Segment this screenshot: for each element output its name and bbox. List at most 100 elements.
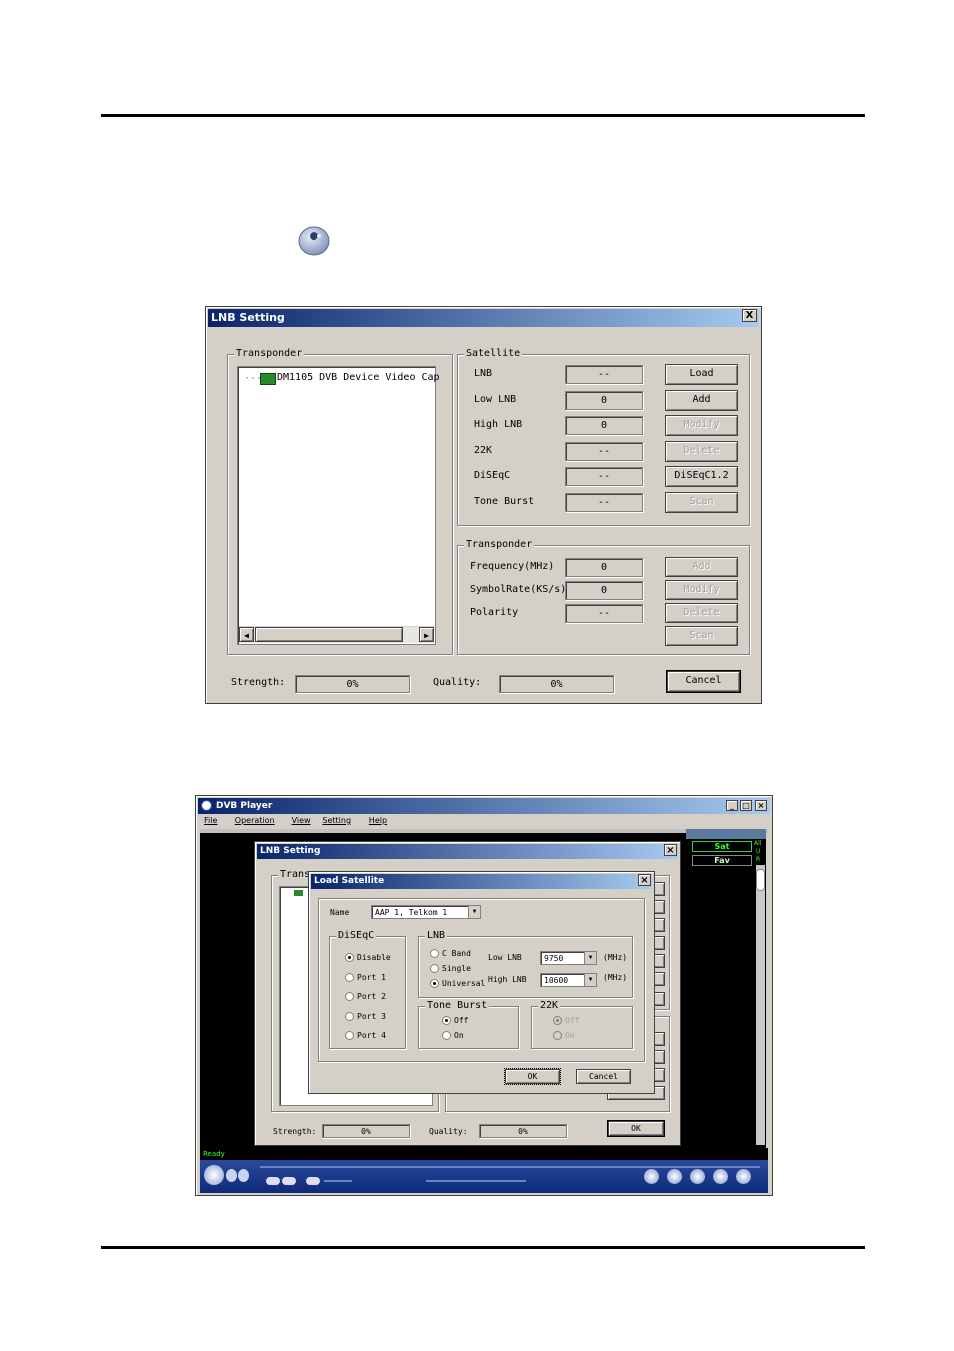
mute-icon[interactable] xyxy=(306,1177,320,1185)
low-lnb-select[interactable]: 9750 ▼ xyxy=(540,951,597,965)
transponder-group: Transponder ···· DM1105 DVB Device Video… xyxy=(227,347,453,655)
scan-button[interactable]: Scan xyxy=(665,492,738,513)
status-bar: Ready xyxy=(200,1148,768,1160)
device-tree[interactable]: ···· DM1105 DVB Device Video Cap ◀ ▶ xyxy=(237,366,440,645)
diseqc-radio-port-3[interactable] xyxy=(345,1011,354,1021)
setting-value: -- xyxy=(565,467,643,487)
diseqc-option-label: Port 2 xyxy=(357,992,386,1001)
tone-burst-group: Tone Burst Off On xyxy=(418,999,519,1049)
lnb-radio-single[interactable] xyxy=(430,964,439,973)
load-satellite-dialog: Load Satellite × Name AAP 1, Telkom 1 ▼ … xyxy=(308,871,655,1094)
delete-button[interactable]: Delete xyxy=(665,440,738,462)
maximize-button[interactable]: □ xyxy=(740,800,752,811)
scroll-thumb[interactable] xyxy=(255,627,403,642)
seek-bar[interactable] xyxy=(260,1166,760,1168)
k22-radio-off[interactable] xyxy=(553,1016,562,1025)
diseqc-option-label: Port 3 xyxy=(357,1011,386,1021)
k22-option-label: Off xyxy=(565,1016,580,1025)
sat-tab[interactable]: Sat xyxy=(692,841,752,852)
prev-icon[interactable] xyxy=(266,1177,280,1185)
diseqc-radio-disable[interactable] xyxy=(345,953,354,962)
tree-item[interactable]: DM1105 DVB Device Video Cap xyxy=(277,371,440,385)
device-card-icon xyxy=(260,373,276,385)
diseqc-radio-port-2[interactable] xyxy=(345,992,354,1001)
menu-operation[interactable]: Operation xyxy=(235,814,275,828)
cancel-button[interactable]: Cancel xyxy=(666,670,741,693)
satellite-name-select[interactable]: AAP 1, Telkom 1 ▼ xyxy=(371,905,481,919)
settings-icon[interactable] xyxy=(667,1169,682,1184)
channel-scrollbar[interactable] xyxy=(756,865,765,1145)
add-button[interactable]: Add xyxy=(665,389,738,411)
close-button[interactable]: × xyxy=(664,844,677,856)
quality-value: 0% xyxy=(479,1124,567,1138)
high-lnb-select[interactable]: 10600 ▼ xyxy=(540,973,597,987)
modify-button[interactable]: Modify xyxy=(665,415,738,437)
diseqc-radio-port-1[interactable] xyxy=(345,972,354,982)
fav-tab[interactable]: Fav xyxy=(692,855,752,866)
diseqc-radio-port-4[interactable] xyxy=(345,1031,354,1040)
menu-file[interactable]: File xyxy=(204,814,217,828)
info-icon[interactable] xyxy=(713,1169,728,1184)
high-lnb-value: 10600 xyxy=(544,976,569,985)
side-letter-u[interactable]: U xyxy=(756,848,760,855)
cancel-button[interactable]: Cancel xyxy=(576,1069,631,1084)
tone-burst-radio-on[interactable] xyxy=(442,1031,451,1040)
play-icon[interactable] xyxy=(204,1165,224,1185)
delete-button[interactable]: Delete xyxy=(665,603,738,623)
minimize-button[interactable]: _ xyxy=(726,800,738,811)
side-letter-r[interactable]: R xyxy=(756,856,760,863)
diseqc1-2-button[interactable]: DiSEqC1.2 xyxy=(665,466,738,488)
status-text: Ready xyxy=(203,1150,225,1158)
menu-view[interactable]: View xyxy=(292,814,311,828)
close-button[interactable]: × xyxy=(638,874,651,886)
menu-setting[interactable]: Setting xyxy=(322,814,351,828)
setting-label: Polarity xyxy=(470,607,519,618)
close-button[interactable]: X xyxy=(742,309,757,322)
strength-label: Strength: xyxy=(273,1127,317,1136)
dialog-title: LNB Setting xyxy=(208,309,759,327)
pause-icon[interactable] xyxy=(238,1169,249,1182)
mhz-label: (MHz) xyxy=(603,953,628,962)
load-button[interactable]: Load xyxy=(665,364,738,385)
group-caption: LNB xyxy=(425,929,448,943)
chevron-down-icon: ▼ xyxy=(468,906,480,918)
setting-label: 22K xyxy=(474,444,493,456)
scroll-left-button[interactable]: ◀ xyxy=(239,627,254,642)
tone-burst-option-label: Off xyxy=(454,1016,469,1025)
next-icon[interactable] xyxy=(282,1177,296,1185)
menu-bar: File Operation View Setting Help xyxy=(200,814,768,828)
exit-icon[interactable] xyxy=(736,1169,751,1184)
player-title: DVB Player xyxy=(216,801,273,811)
scroll-right-button[interactable]: ▶ xyxy=(419,627,434,642)
ok-button[interactable]: OK xyxy=(504,1068,561,1085)
close-button[interactable]: × xyxy=(755,800,767,811)
lnb-radio-c-band[interactable] xyxy=(430,949,439,958)
wrench-icon xyxy=(298,226,330,256)
side-letter-all[interactable]: All xyxy=(754,840,761,847)
menu-help[interactable]: Help xyxy=(369,814,387,828)
record-icon[interactable] xyxy=(644,1169,659,1184)
ok-button[interactable]: OK xyxy=(607,1120,665,1137)
quality-label: Quality: xyxy=(429,1127,468,1136)
quality-label: Quality: xyxy=(433,677,482,688)
horizontal-scrollbar[interactable]: ◀ ▶ xyxy=(239,626,434,643)
setting-value: 0 xyxy=(565,390,643,410)
app-icon xyxy=(201,800,212,811)
top-rule xyxy=(101,114,865,117)
chevron-down-icon: ▼ xyxy=(584,974,596,986)
add-button[interactable]: Add xyxy=(665,557,738,577)
load-frame: Name AAP 1, Telkom 1 ▼ DiSEqC Disable Por… xyxy=(318,898,645,1062)
tone-burst-radio-off[interactable] xyxy=(442,1016,451,1025)
scroll-thumb[interactable] xyxy=(756,869,765,891)
modify-button[interactable]: Modify xyxy=(665,580,738,600)
setting-label: SymbolRate(KS/s) xyxy=(470,584,567,595)
lnb-option-label: Single xyxy=(442,964,471,973)
scan-button[interactable]: Scan xyxy=(665,626,738,646)
lnb-radio-universal[interactable] xyxy=(430,979,439,988)
volume-slider[interactable] xyxy=(324,1180,352,1182)
setting-value: 0 xyxy=(565,416,643,436)
stop-icon[interactable] xyxy=(226,1169,237,1182)
setting-value: -- xyxy=(565,493,643,512)
epg-icon[interactable] xyxy=(690,1169,705,1184)
k22-radio-on[interactable] xyxy=(553,1031,562,1040)
